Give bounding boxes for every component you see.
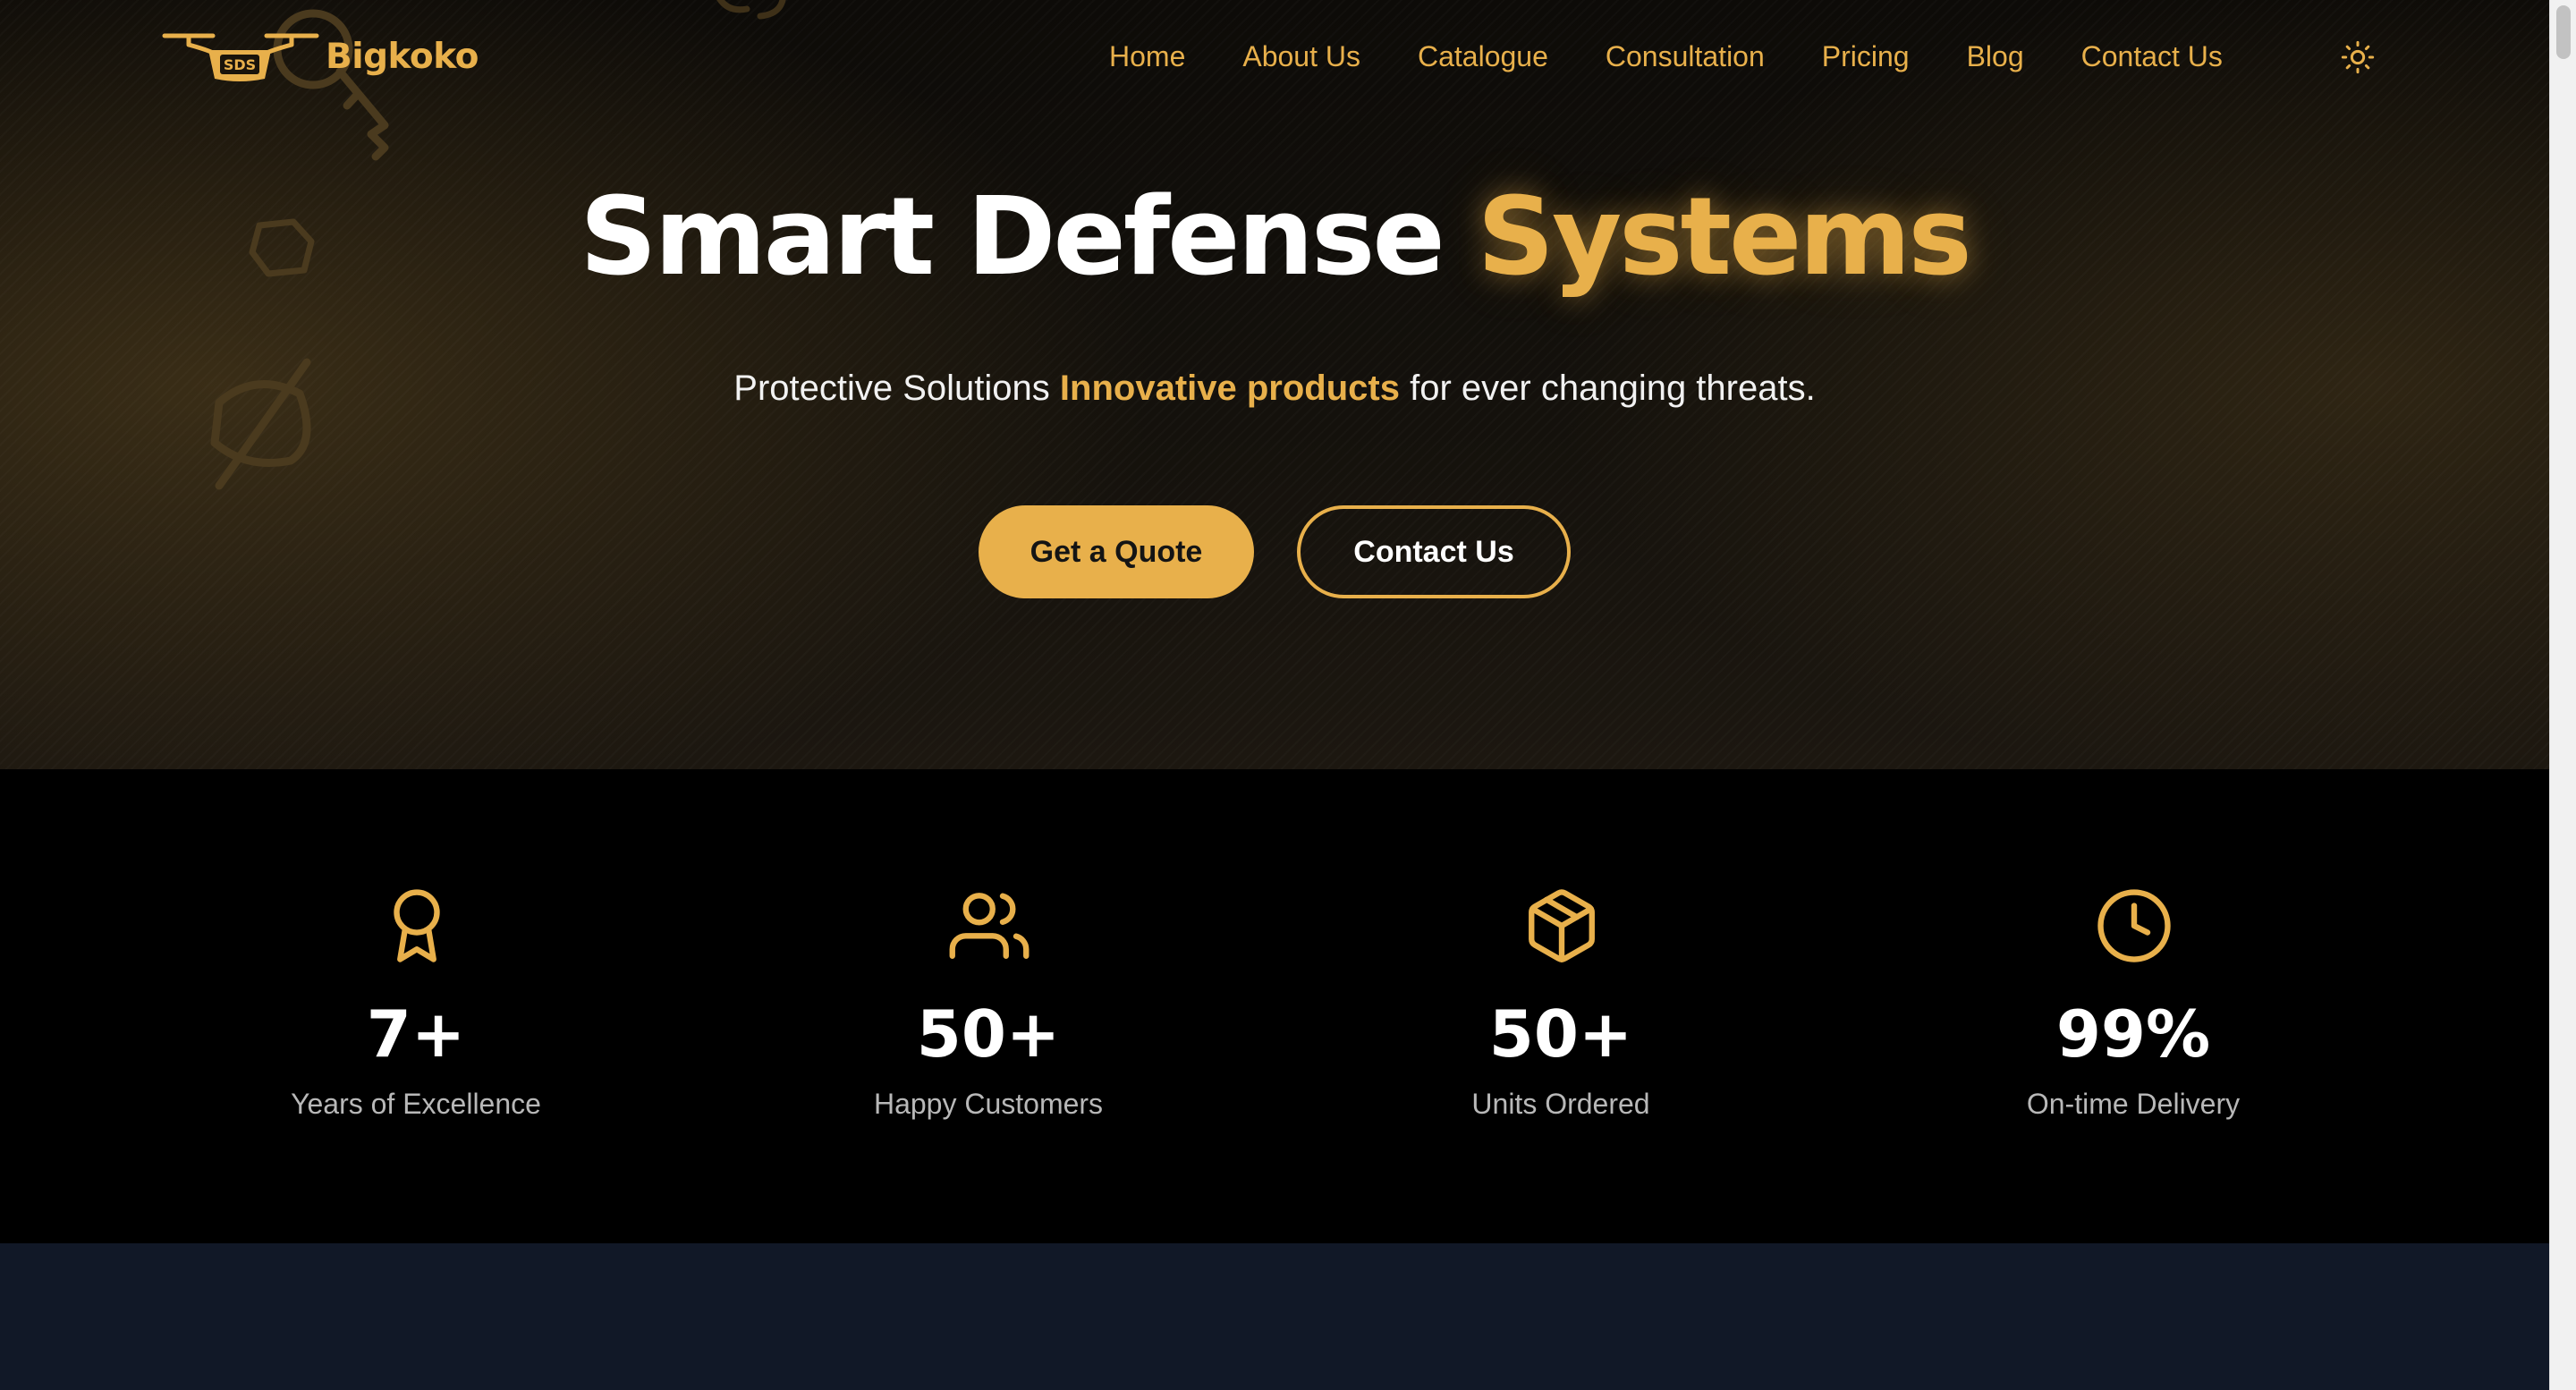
award-icon: [394, 889, 440, 962]
hero-title: Smart Defense Systems: [0, 175, 2549, 300]
stat-customers: 50+ Happy Customers: [702, 769, 1275, 1243]
stat-delivery: 99% On-time Delivery: [1847, 769, 2419, 1243]
stat-value: 50+: [916, 996, 1061, 1072]
stats-section: 7+ Years of Excellence 50+ Happy Custome…: [0, 769, 2549, 1243]
page-scrollbar[interactable]: [2549, 0, 2576, 1390]
stat-label: Units Ordered: [1471, 1088, 1650, 1120]
box-icon: [1529, 889, 1595, 962]
sun-icon: [2341, 40, 2375, 74]
brand-name: Bigkoko: [326, 36, 479, 77]
stat-value: 7+: [366, 996, 466, 1072]
theme-toggle-button[interactable]: [2338, 38, 2377, 77]
get-a-quote-button[interactable]: Get a Quote: [979, 505, 1254, 598]
hero-subtitle: Protective Solutions Innovative products…: [0, 369, 2549, 409]
stat-label: On-time Delivery: [2026, 1088, 2241, 1120]
hero-cta-group: Get a Quote Contact Us: [979, 505, 1571, 598]
drone-logo-icon: SDS: [162, 33, 319, 81]
nav-consultation[interactable]: Consultation: [1606, 40, 1765, 73]
hero-title-main: Smart Defense: [580, 175, 1445, 300]
nav-about-us[interactable]: About Us: [1242, 40, 1360, 73]
nav-home[interactable]: Home: [1109, 40, 1185, 73]
nav-blog[interactable]: Blog: [1967, 40, 2024, 73]
stat-label: Years of Excellence: [291, 1088, 541, 1120]
clock-icon: [2097, 889, 2171, 962]
brand-logo[interactable]: SDS Bigkoko: [159, 25, 479, 88]
stat-value: 99%: [2055, 996, 2211, 1072]
stat-years: 7+ Years of Excellence: [130, 769, 702, 1243]
hero-subtitle-tail: for ever changing threats.: [1410, 369, 1816, 408]
nav-links: Home About Us Catalogue Consultation Pri…: [1109, 34, 2223, 79]
nav-contact-us[interactable]: Contact Us: [2081, 40, 2223, 73]
stat-units: 50+ Units Ordered: [1275, 769, 1847, 1243]
nav-pricing[interactable]: Pricing: [1822, 40, 1910, 73]
nav-catalogue[interactable]: Catalogue: [1418, 40, 1548, 73]
top-navbar: SDS Bigkoko Home About Us Catalogue Cons…: [0, 0, 2549, 112]
hero-subtitle-accent: Innovative products: [1059, 369, 1400, 408]
stat-value: 50+: [1488, 996, 1633, 1072]
users-icon: [949, 893, 1030, 959]
next-section: [0, 1243, 2549, 1390]
stat-label: Happy Customers: [873, 1088, 1104, 1120]
hero-title-accent: Systems: [1477, 175, 1972, 300]
scrollbar-thumb[interactable]: [2556, 5, 2571, 59]
page: SDS Bigkoko Home About Us Catalogue Cons…: [0, 0, 2576, 1390]
svg-text:SDS: SDS: [224, 56, 256, 73]
contact-us-button[interactable]: Contact Us: [1297, 505, 1571, 598]
hero-subtitle-lead: Protective Solutions: [733, 369, 1050, 408]
hero-section: SDS Bigkoko Home About Us Catalogue Cons…: [0, 0, 2549, 769]
